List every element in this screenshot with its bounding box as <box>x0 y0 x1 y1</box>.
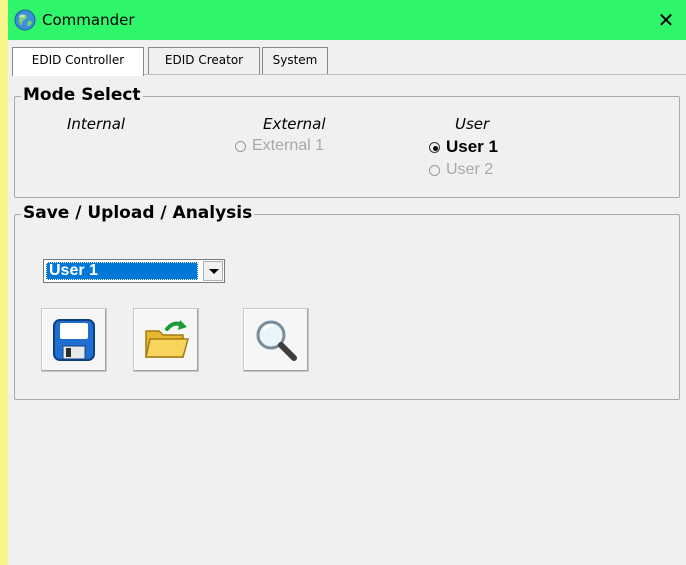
user-select-combobox[interactable]: User 1 <box>43 259 225 283</box>
mode-select-legend: Mode Select <box>21 85 143 105</box>
commander-window: Commander ✕ EDID Controller EDID Creator… <box>0 0 686 565</box>
save-icon <box>53 319 95 361</box>
save-upload-analysis-legend: Save / Upload / Analysis <box>21 203 255 223</box>
mode-select-group: Mode Select Internal External User Exter… <box>14 85 680 198</box>
analysis-button[interactable] <box>243 308 309 372</box>
save-upload-analysis-group: Save / Upload / Analysis User 1 <box>14 203 680 400</box>
internal-column-label: Internal <box>67 115 126 133</box>
magnifier-icon <box>256 320 297 361</box>
radio-external-1[interactable]: External 1 <box>235 137 365 155</box>
tab-system[interactable]: System <box>262 47 328 74</box>
tab-edid-creator[interactable]: EDID Creator <box>148 47 260 74</box>
title-bar[interactable]: Commander ✕ <box>8 0 686 40</box>
radio-user-1-label: User 1 <box>446 137 498 156</box>
window-title: Commander <box>42 11 135 29</box>
radio-user-2-label: User 2 <box>446 161 494 178</box>
radio-external-1-label: External 1 <box>252 137 325 154</box>
radio-circle[interactable] <box>429 164 440 176</box>
tab-strip: EDID Controller EDID Creator System <box>12 47 672 76</box>
external-column-label: External <box>263 115 326 133</box>
combo-selected-value: User 1 <box>46 262 198 280</box>
radio-user-1[interactable]: User 1 <box>429 137 498 157</box>
save-button[interactable] <box>41 308 107 372</box>
open-folder-button[interactable] <box>133 308 199 372</box>
open-folder-icon <box>145 320 189 358</box>
close-button[interactable]: ✕ <box>654 7 678 33</box>
radio-user-2[interactable]: User 2 <box>429 161 493 179</box>
globe-icon <box>14 9 36 31</box>
radio-circle-checked[interactable] <box>429 141 440 153</box>
radio-circle[interactable] <box>235 140 246 152</box>
tab-edid-controller[interactable]: EDID Controller <box>12 47 144 76</box>
user-column-label: User <box>455 115 490 133</box>
chevron-down-icon[interactable] <box>203 261 223 281</box>
